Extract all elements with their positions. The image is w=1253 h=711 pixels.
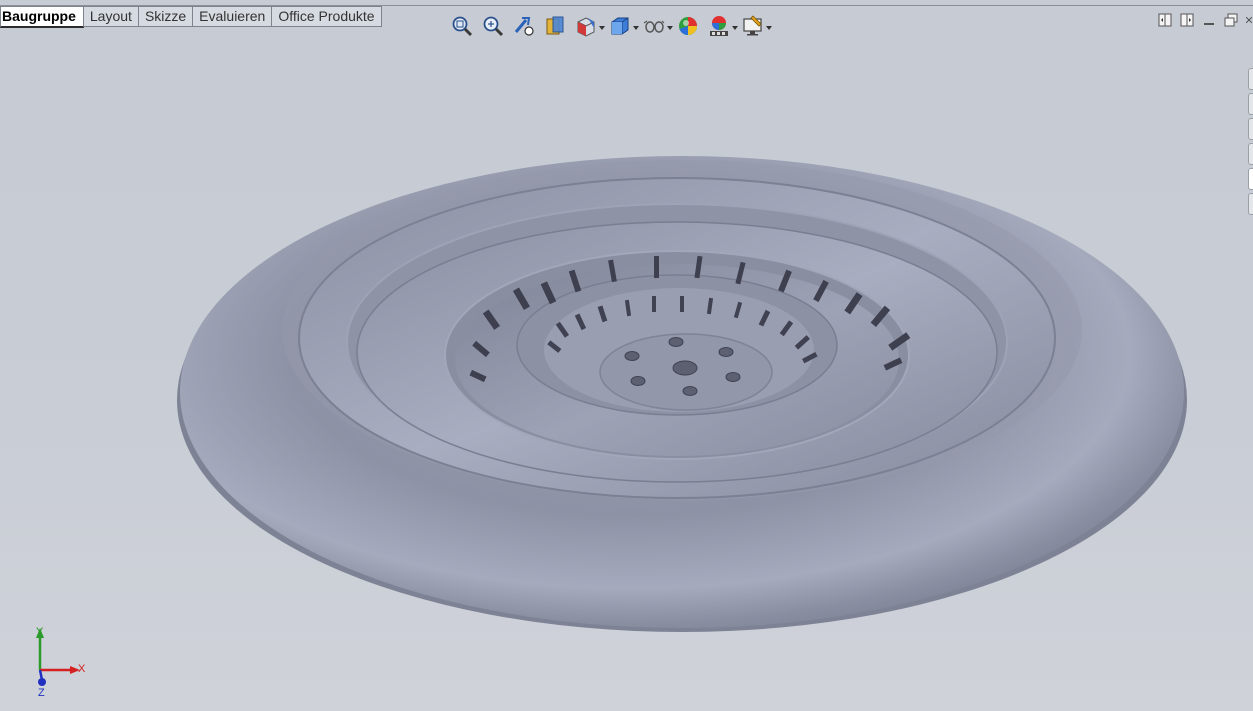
triad-y-label: Y — [36, 626, 44, 638]
triad-x-label: X — [78, 663, 86, 675]
wheel-model — [177, 156, 1187, 632]
triad-z-label: Z — [38, 687, 45, 699]
3d-model-viewport[interactable] — [0, 0, 1253, 711]
reference-triad: Y X Z — [36, 626, 86, 699]
